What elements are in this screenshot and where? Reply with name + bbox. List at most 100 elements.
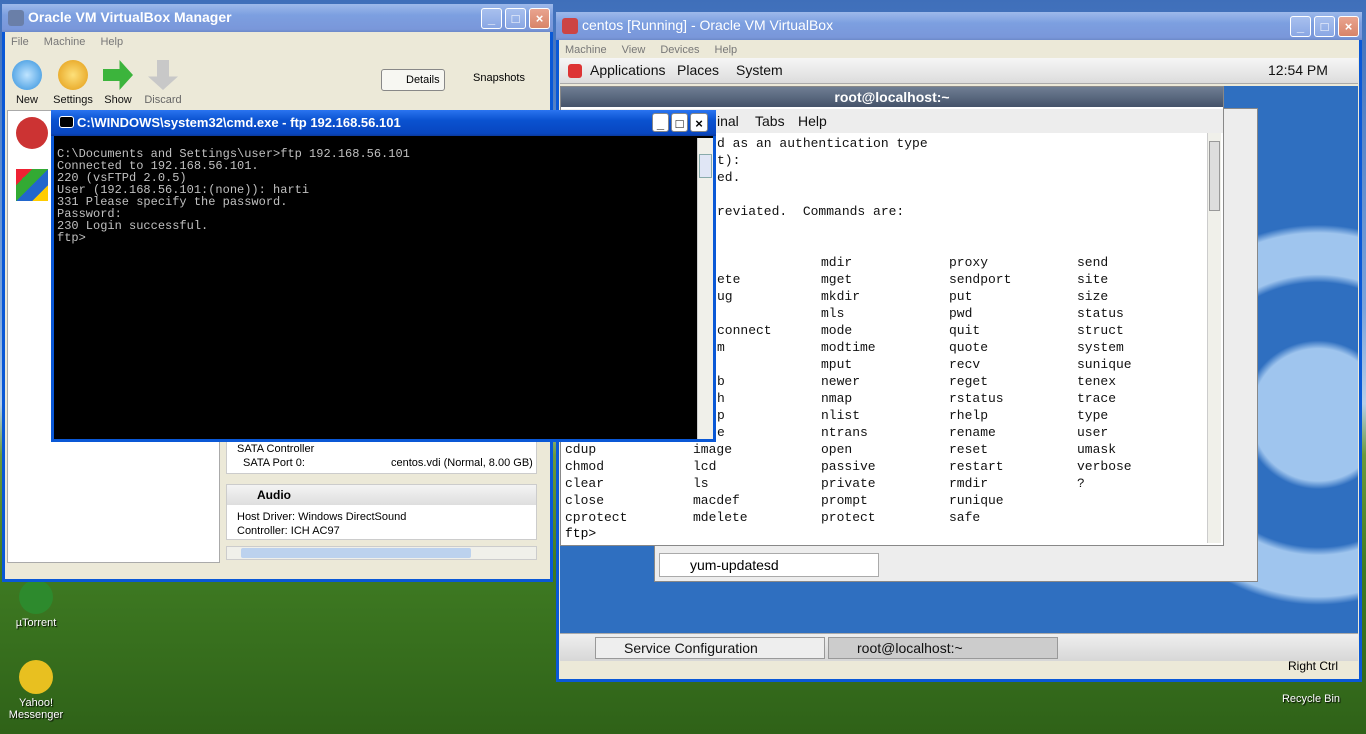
audio-section: Audio Host Driver: Windows DirectSound C…	[226, 484, 537, 540]
ftp-command-cell: nmap	[821, 391, 853, 406]
ftp-command-cell-partial: m	[717, 340, 725, 355]
minimize-button[interactable]: _	[481, 8, 502, 29]
cmd-output[interactable]: C:\Documents and Settings\user>ftp 192.1…	[57, 148, 410, 244]
discard-button[interactable]: Discard	[139, 60, 187, 106]
new-button[interactable]: New	[3, 60, 51, 106]
details-tab[interactable]: Details	[381, 69, 445, 91]
minimize-button[interactable]: _	[652, 113, 669, 132]
terminal-vscrollbar[interactable]	[1207, 133, 1221, 543]
menu-machine[interactable]: Machine	[565, 44, 607, 56]
applications-menu[interactable]: Applications	[590, 62, 666, 78]
settings-button[interactable]: Settings	[49, 60, 97, 106]
vscroll-thumb[interactable]	[1209, 141, 1220, 211]
ftp-command-cell-partial: h	[717, 391, 725, 406]
close-button[interactable]: ×	[690, 113, 708, 132]
maximize-button[interactable]: □	[671, 113, 688, 132]
ftp-command-cell: private	[821, 476, 876, 491]
virtualbox-icon	[562, 18, 578, 34]
menu-help[interactable]: Help	[715, 44, 738, 56]
close-button[interactable]: ×	[529, 8, 550, 29]
menu-devices[interactable]: Devices	[660, 44, 699, 56]
minimize-button[interactable]: _	[1290, 16, 1311, 37]
maximize-button[interactable]: □	[505, 8, 526, 29]
vscroll-thumb[interactable]	[699, 154, 712, 178]
arrow-down-icon	[148, 60, 178, 90]
windows-xp-vm-icon[interactable]	[16, 169, 48, 201]
sata-port-label: SATA Port 0:	[243, 457, 305, 469]
gnome-foot-icon	[568, 64, 582, 78]
clock[interactable]: 12:54 PM	[1268, 62, 1328, 78]
ftp-command-cell: recv	[949, 357, 981, 372]
vm-menubar: Machine View Devices Help	[559, 40, 1359, 60]
ftp-command-cell: mget	[821, 272, 853, 287]
ftp-command-cell: trace	[1077, 391, 1117, 406]
ftp-command-cell-partial: ug	[717, 289, 733, 304]
places-menu[interactable]: Places	[677, 62, 719, 78]
terminal-titlebar[interactable]: root@localhost:~	[561, 87, 1223, 107]
gnome-bottom-panel: Service Configuration root@localhost:~	[560, 633, 1358, 661]
new-icon	[12, 60, 42, 90]
show-button[interactable]: Show	[94, 60, 142, 106]
details-hscrollbar[interactable]	[226, 546, 537, 560]
ftp-command-cell: safe	[949, 510, 981, 525]
ftp-command-cell: sunique	[1077, 357, 1132, 372]
ftp-command-cell: protect	[821, 510, 876, 525]
ftp-command-cell: lcd	[693, 459, 717, 474]
ftp-command-cell: rename	[949, 425, 996, 440]
service-item-yum-updatesd[interactable]: yum-updatesd	[659, 553, 879, 577]
ftp-command-cell: runique	[949, 493, 1004, 508]
close-button[interactable]: ×	[1338, 16, 1359, 37]
ftp-command-cell: size	[1077, 289, 1109, 304]
maximize-button[interactable]: □	[1314, 16, 1335, 37]
ftp-command-cell: tenex	[1077, 374, 1117, 389]
audio-header[interactable]: Audio	[227, 485, 536, 505]
cmd-vscrollbar[interactable]	[697, 138, 713, 439]
ftp-command-cell: image	[693, 442, 733, 457]
storage-controller-label: SATA Controller	[237, 443, 315, 455]
ftp-command-cell: open	[821, 442, 853, 457]
ftp-command-cell: type	[1077, 408, 1109, 423]
centos-vm-icon[interactable]	[16, 117, 48, 149]
snapshots-tab[interactable]: Snapshots	[457, 72, 525, 84]
ftp-command-cell: nlist	[821, 408, 861, 423]
menu-terminal[interactable]: inal	[717, 113, 739, 129]
desktop-icon-yahoo-messenger[interactable]: Yahoo! Messenger	[0, 660, 76, 721]
arrow-right-icon	[103, 60, 133, 90]
menu-view[interactable]: View	[622, 44, 646, 56]
desktop-icon-utorrent[interactable]: µTorrent	[0, 580, 76, 629]
menu-file[interactable]: File	[11, 36, 29, 48]
terminal-prompt[interactable]: ftp>	[565, 526, 596, 541]
yahoo-messenger-icon	[19, 660, 53, 694]
ftp-command-cell: proxy	[949, 255, 989, 270]
ftp-command-cell: verbose	[1077, 459, 1132, 474]
centos-vm-titlebar[interactable]: centos [Running] - Oracle VM VirtualBox …	[556, 12, 1362, 40]
ftp-command-cell: passive	[821, 459, 876, 474]
ftp-command-cell: quit	[949, 323, 981, 338]
ftp-command-cell: quote	[949, 340, 989, 355]
ftp-command-cell: cdup	[565, 442, 597, 457]
ftp-command-cell: pwd	[949, 306, 973, 321]
gnome-top-panel: Applications Places System 12:54 PM	[560, 58, 1358, 84]
menu-tabs[interactable]: Tabs	[755, 113, 785, 129]
ftp-command-cell-partial: p	[717, 408, 725, 423]
ftp-command-cell: mode	[821, 323, 853, 338]
system-menu[interactable]: System	[736, 62, 783, 78]
taskbar-terminal[interactable]: root@localhost:~	[828, 637, 1058, 659]
vbox-manager-titlebar[interactable]: Oracle VM VirtualBox Manager _ □ ×	[2, 4, 553, 32]
desktop-icon-recycle-bin[interactable]: Recycle Bin	[1271, 693, 1351, 705]
terminal-top-lines: d as an authentication type t): ed. revi…	[717, 136, 928, 219]
menu-machine[interactable]: Machine	[44, 36, 86, 48]
hscroll-thumb[interactable]	[241, 548, 471, 558]
ftp-command-cell: status	[1077, 306, 1124, 321]
menu-help[interactable]: Help	[100, 36, 123, 48]
ftp-command-cell: cprotect	[565, 510, 628, 525]
taskbar-service-configuration[interactable]: Service Configuration	[595, 637, 825, 659]
ftp-command-cell: rstatus	[949, 391, 1004, 406]
sata-port-value: centos.vdi (Normal, 8.00 GB)	[391, 457, 533, 469]
ftp-command-cell: mput	[821, 357, 853, 372]
ftp-command-cell: struct	[1077, 323, 1124, 338]
ftp-command-cell: close	[565, 493, 605, 508]
menu-help[interactable]: Help	[798, 113, 827, 129]
cmd-titlebar[interactable]: C:\WINDOWS\system32\cmd.exe - ftp 192.16…	[51, 110, 716, 136]
ftp-command-cell: chmod	[565, 459, 605, 474]
